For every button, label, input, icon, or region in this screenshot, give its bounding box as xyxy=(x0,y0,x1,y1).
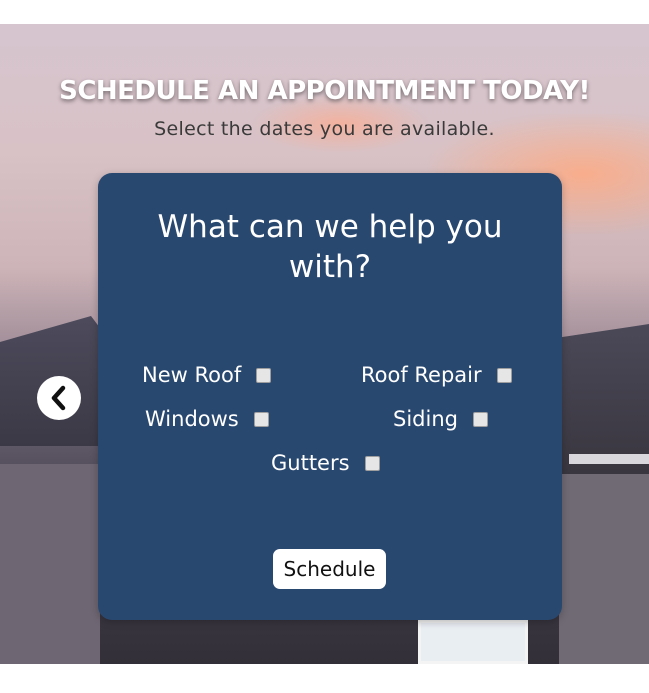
page-title: SCHEDULE AN APPOINTMENT TODAY! xyxy=(59,76,590,106)
house-wall-left xyxy=(0,464,100,664)
gutters-checkbox[interactable] xyxy=(364,455,380,471)
option-gutters-label: Gutters xyxy=(271,451,350,475)
chevron-left-icon xyxy=(51,385,66,411)
option-windows-label: Windows xyxy=(145,407,239,431)
new-roof-checkbox[interactable] xyxy=(256,367,272,383)
option-new-roof-label: New Roof xyxy=(142,363,242,387)
option-siding-label: Siding xyxy=(393,407,458,431)
option-new-roof[interactable]: New Roof xyxy=(142,363,272,387)
option-roof-repair-label: Roof Repair xyxy=(361,363,482,387)
siding-checkbox[interactable] xyxy=(472,411,488,427)
carousel-prev-button[interactable] xyxy=(37,376,81,420)
card-title: What can we help you with? xyxy=(157,209,503,285)
option-gutters[interactable]: Gutters xyxy=(271,451,380,475)
roof-repair-checkbox[interactable] xyxy=(496,367,512,383)
schedule-button[interactable]: Schedule xyxy=(273,549,386,589)
house-gutter-right xyxy=(569,454,649,464)
option-siding[interactable]: Siding xyxy=(393,407,488,431)
option-roof-repair[interactable]: Roof Repair xyxy=(361,363,512,387)
hero-background: SCHEDULE AN APPOINTMENT TODAY! Select th… xyxy=(0,24,649,664)
windows-checkbox[interactable] xyxy=(253,411,269,427)
house-wall-right xyxy=(559,474,649,664)
page-subtitle: Select the dates you are available. xyxy=(154,118,495,140)
house-roof-right xyxy=(549,324,649,474)
house-window xyxy=(418,620,528,664)
service-request-card: What can we help you with? New Roof Roof… xyxy=(98,173,562,620)
option-windows[interactable]: Windows xyxy=(145,407,269,431)
